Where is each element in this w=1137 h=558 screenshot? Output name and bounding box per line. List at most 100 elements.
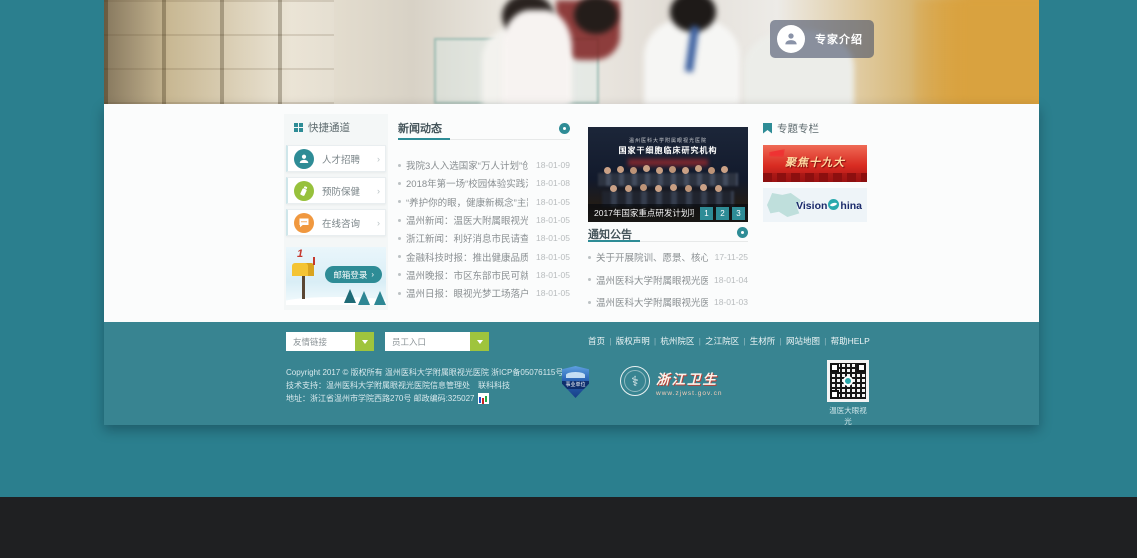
- zhejiang-health-badge[interactable]: 浙江卫生 www.zjwst.gov.cn: [656, 368, 722, 397]
- news-link[interactable]: “养护你的眼，健康新概念”主题公...: [406, 195, 528, 209]
- active-tab-underline: [588, 240, 640, 242]
- footer: 友情链接 员工入口 首页 | 版权声明 | 杭州院区 | 之江院区 | 生材所 …: [104, 322, 1039, 425]
- tree-shape: [374, 291, 386, 305]
- health-seal-badge[interactable]: ⚕: [620, 366, 650, 396]
- quick-item-recruitment[interactable]: 人才招聘 ›: [286, 145, 386, 172]
- news-link[interactable]: 温州晚报：市区东部市民可就近看眼...: [406, 268, 528, 282]
- special-columns-panel: 专题专栏 聚焦十九大 Visionhina: [763, 120, 867, 222]
- special-columns-title: 专题专栏: [777, 121, 819, 136]
- institution-shield-badge[interactable]: 事业单位: [562, 366, 589, 398]
- photo-carousel[interactable]: 温州医科大学附属眼视光医院 国家干细胞临床研究机构 2017年国家重点研发计划项…: [588, 127, 748, 222]
- news-date: 18-01-05: [536, 252, 570, 262]
- list-item[interactable]: “养护你的眼，健康新概念”主题公... 18-01-05: [398, 193, 570, 211]
- special-columns-header: 专题专栏: [763, 120, 867, 136]
- more-icon[interactable]: [559, 123, 570, 134]
- news-link[interactable]: 我院3人入选国家“万人计划”创新...: [406, 158, 528, 172]
- active-tab-underline: [398, 138, 450, 140]
- quick-item-consult[interactable]: 在线咨询 ›: [286, 209, 386, 236]
- qr-code: [827, 360, 869, 402]
- news-list: 我院3人入选国家“万人计划”创新...18-01-09 2018年第一场“校园体…: [398, 156, 570, 302]
- more-icon[interactable]: [737, 227, 748, 238]
- mailbox-icon: [292, 263, 314, 276]
- qr-caption: 温医大眼视光: [826, 405, 870, 427]
- quick-item-label: 预防保健: [322, 184, 360, 198]
- footer-link-sitemap[interactable]: 网站地图: [786, 335, 820, 347]
- globe-icon: [828, 199, 839, 210]
- shield-badge-label: 事业单位: [562, 381, 589, 389]
- carousel-caption[interactable]: 2017年国家重点研发计划项目启动...: [594, 207, 694, 219]
- news-date: 18-01-08: [536, 178, 570, 188]
- visit-counter-icon: [478, 393, 489, 404]
- grid-icon: [294, 123, 303, 132]
- friend-links-dropdown[interactable]: 友情链接: [286, 332, 374, 351]
- copyright-block: Copyright 2017 © 版权所有 温州医科大学附属眼视光医院 浙ICP…: [286, 366, 563, 405]
- chat-icon: [294, 213, 314, 233]
- chevron-down-icon[interactable]: [470, 332, 489, 351]
- list-item[interactable]: 温州日报：眼视光梦工场落户龙湾18-01-05: [398, 284, 570, 302]
- health-bottle-icon: [294, 181, 314, 201]
- news-date: 18-01-05: [536, 270, 570, 280]
- mail-login-label: 邮箱登录: [333, 269, 367, 281]
- banner-19th-congress-label: 聚焦十九大: [763, 154, 867, 170]
- news-link[interactable]: 2018年第一场“校园体验实践活动”...: [406, 176, 528, 190]
- footer-link-biomaterials[interactable]: 生材所: [750, 335, 776, 347]
- list-item[interactable]: 温州晚报：市区东部市民可就近看眼... 18-01-05: [398, 266, 570, 284]
- footer-link-zhijiang[interactable]: 之江院区: [705, 335, 739, 347]
- news-date: 18-01-05: [536, 197, 570, 207]
- list-item[interactable]: 金融科技时报：推出健康品质化、科... 18-01-05: [398, 247, 570, 265]
- notice-link[interactable]: 温州医科大学附属眼视光医院关于流感...: [596, 295, 708, 309]
- notice-link[interactable]: 关于开展院训、愿景、核心价值观征集...: [596, 250, 708, 264]
- quick-channel-panel: 快捷通道 人才招聘 › 预防保健 › 在线咨询: [284, 114, 388, 310]
- footer-link-hangzhou[interactable]: 杭州院区: [660, 335, 694, 347]
- zhejiang-health-calligraphy: 浙江卫生: [656, 368, 722, 388]
- quick-item-prevention[interactable]: 预防保健 ›: [286, 177, 386, 204]
- notice-header: 通知公告: [588, 226, 748, 242]
- footer-link-help[interactable]: 帮助HELP: [831, 335, 870, 347]
- photo-cabinet: [104, 0, 334, 104]
- qr-center-logo: [843, 376, 853, 386]
- doctor-icon: [777, 25, 805, 53]
- chevron-right-icon: ›: [377, 186, 380, 196]
- chevron-down-icon[interactable]: [355, 332, 374, 351]
- carousel-page-2[interactable]: 2: [716, 207, 729, 220]
- tree-shape: [344, 289, 356, 303]
- carousel-people-row: [598, 173, 738, 186]
- news-link[interactable]: 浙江新闻：利好消息市民请查收！温...: [406, 231, 528, 245]
- qr-finder: [857, 363, 866, 372]
- notice-link[interactable]: 温州医科大学附属眼视光医院关于车辆...: [596, 273, 708, 287]
- news-link[interactable]: 金融科技时报：推出健康品质化、科...: [406, 250, 528, 264]
- notice-panel: 通知公告 关于开展院训、愿景、核心价值观征集...17-11-25 温州医科大学…: [588, 226, 748, 242]
- news-date: 18-01-05: [536, 233, 570, 243]
- news-link[interactable]: 温州日报：眼视光梦工场落户龙湾: [406, 286, 528, 300]
- mailbox-count: 1: [297, 248, 303, 260]
- list-item[interactable]: 我院3人入选国家“万人计划”创新...18-01-09: [398, 156, 570, 174]
- news-link[interactable]: 温州新闻：温医大附属眼视光医院院...: [406, 213, 528, 227]
- quick-channel-title: 快捷通道: [308, 120, 350, 135]
- list-item[interactable]: 温州医科大学附属眼视光医院关于流感...18-01-03: [588, 291, 748, 314]
- vision-china-label: Visionhina: [796, 198, 862, 212]
- quick-item-label: 人才招聘: [322, 152, 360, 166]
- list-item[interactable]: 温州医科大学附属眼视光医院关于车辆...18-01-04: [588, 269, 748, 292]
- news-date: 18-01-05: [536, 215, 570, 225]
- carousel-page-3[interactable]: 3: [732, 207, 745, 220]
- separator: |: [824, 337, 826, 346]
- list-item[interactable]: 2018年第一场“校园体验实践活动”... 18-01-08: [398, 174, 570, 192]
- banner-19th-congress[interactable]: 聚焦十九大: [763, 145, 867, 182]
- mail-login-button[interactable]: 邮箱登录 ›: [325, 266, 382, 283]
- bullet-icon: [588, 278, 591, 281]
- footer-link-copyright[interactable]: 版权声明: [616, 335, 650, 347]
- staff-entrance-dropdown[interactable]: 员工入口: [385, 332, 489, 351]
- carousel-red-banner: [628, 159, 708, 166]
- vision-china-banner[interactable]: Visionhina: [763, 188, 867, 222]
- chevron-right-icon: ›: [371, 270, 374, 279]
- news-panel: 新闻动态 我院3人入选国家“万人计划”创新...18-01-09 2018年第一…: [398, 120, 570, 140]
- bullet-icon: [398, 237, 401, 240]
- footer-link-home[interactable]: 首页: [588, 335, 605, 347]
- mailbox-illustration: 1 邮箱登录 ›: [286, 247, 386, 305]
- carousel-page-1[interactable]: 1: [700, 207, 713, 220]
- list-item[interactable]: 浙江新闻：利好消息市民请查收！温... 18-01-05: [398, 229, 570, 247]
- qr-finder: [830, 363, 839, 372]
- list-item[interactable]: 温州新闻：温医大附属眼视光医院院... 18-01-05: [398, 211, 570, 229]
- expert-intro-button[interactable]: 专家介绍: [770, 20, 874, 58]
- list-item[interactable]: 关于开展院训、愿景、核心价值观征集...17-11-25: [588, 246, 748, 269]
